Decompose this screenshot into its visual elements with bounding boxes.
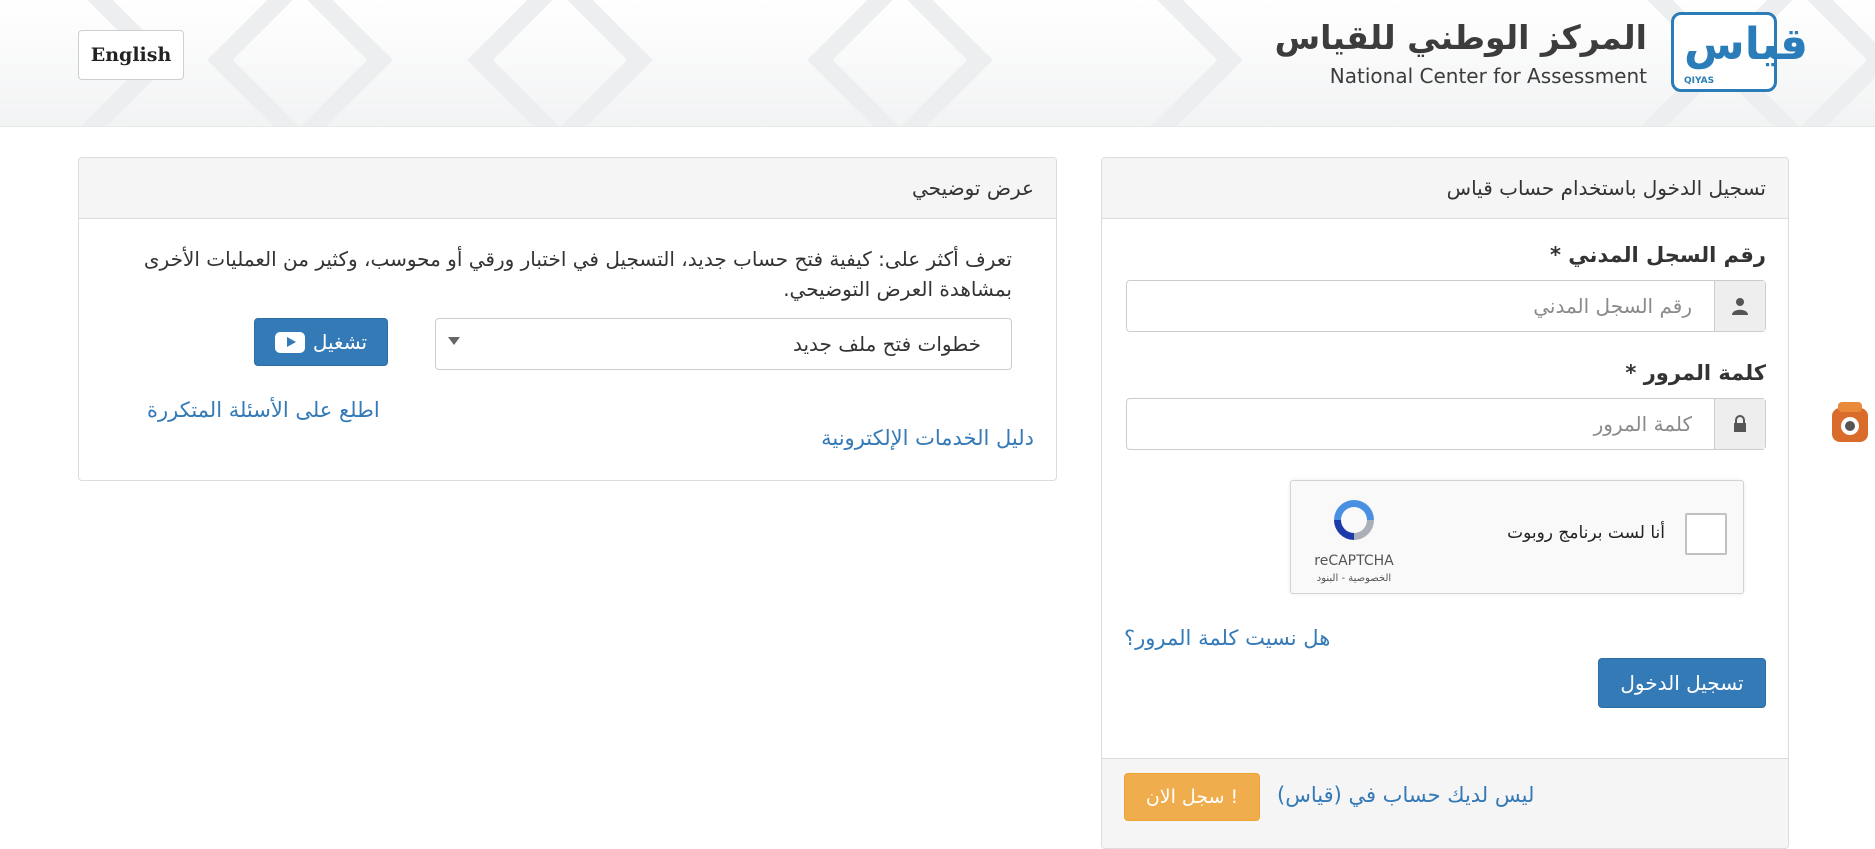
- demo-panel: عرض توضيحي تعرف أكثر على: كيفية فتح حساب…: [78, 157, 1057, 481]
- faq-link[interactable]: اطلع على الأسئلة المتكررة: [147, 398, 380, 422]
- youtube-icon: [274, 331, 305, 353]
- login-button[interactable]: تسجيل الدخول: [1598, 658, 1766, 708]
- recaptcha-widget: أنا لست برنامج روبوت reCAPTCHA الخصوصية …: [1290, 480, 1744, 594]
- user-icon: [1714, 281, 1765, 331]
- logo-caption: QIYAS: [1684, 76, 1715, 86]
- play-button-label: تشغيل: [312, 330, 368, 354]
- national-id-input[interactable]: [1127, 281, 1714, 331]
- play-button[interactable]: تشغيل: [254, 318, 388, 366]
- demo-video-select[interactable]: خطوات فتح ملف جديد: [435, 318, 1012, 370]
- demo-select-value: خطوات فتح ملف جديد: [792, 332, 981, 356]
- recaptcha-logo: reCAPTCHA الخصوصية - البنود: [1309, 495, 1399, 584]
- recaptcha-label: أنا لست برنامج روبوت: [1507, 523, 1665, 543]
- recaptcha-icon: [1334, 500, 1374, 540]
- recaptcha-brand: reCAPTCHA: [1314, 553, 1394, 569]
- no-account-link[interactable]: ليس لديك حساب في (قياس): [1277, 783, 1534, 807]
- qiyas-logo: قياس QIYAS: [1671, 12, 1809, 92]
- e-services-guide-link[interactable]: دليل الخدمات الإلكترونية: [821, 426, 1034, 450]
- site-header: English المركز الوطني للقياس National Ce…: [0, 0, 1875, 127]
- recaptcha-checkbox[interactable]: [1685, 513, 1727, 555]
- org-name-arabic: المركز الوطني للقياس: [1274, 18, 1647, 57]
- demo-panel-title: عرض توضيحي: [79, 158, 1056, 219]
- national-id-label: رقم السجل المدني *: [1550, 243, 1766, 267]
- demo-description: تعرف أكثر على: كيفية فتح حساب جديد، التس…: [143, 247, 1012, 301]
- accessibility-widget-icon[interactable]: [1830, 400, 1870, 444]
- login-panel: تسجيل الدخول باستخدام حساب قياس رقم السج…: [1101, 157, 1789, 849]
- signup-footer: ليس لديك حساب في (قياس) سجل الان !: [1102, 758, 1788, 848]
- forgot-password-link[interactable]: هل نسيت كلمة المرور؟: [1124, 626, 1330, 650]
- language-toggle-button[interactable]: English: [78, 30, 184, 80]
- signup-button[interactable]: سجل الان !: [1124, 773, 1260, 821]
- password-input[interactable]: [1127, 399, 1714, 449]
- password-group: [1126, 398, 1766, 450]
- chevron-down-icon: [448, 337, 460, 345]
- login-panel-title: تسجيل الدخول باستخدام حساب قياس: [1102, 158, 1788, 219]
- org-name-english: National Center for Assessment: [1329, 64, 1647, 88]
- lock-icon: [1714, 399, 1765, 449]
- national-id-group: [1126, 280, 1766, 332]
- recaptcha-links[interactable]: الخصوصية - البنود: [1309, 573, 1399, 584]
- logo-glyph: قياس: [1684, 19, 1809, 70]
- password-label: كلمة المرور *: [1625, 361, 1766, 385]
